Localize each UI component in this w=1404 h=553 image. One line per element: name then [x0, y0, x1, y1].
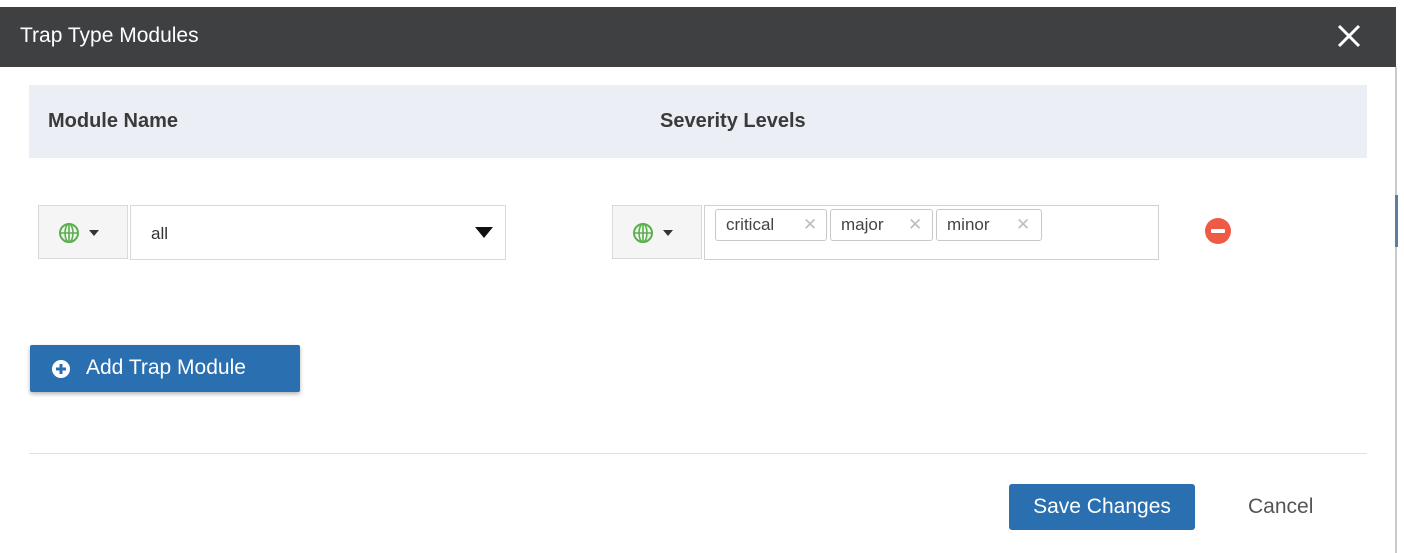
- save-changes-button[interactable]: Save Changes: [1009, 484, 1195, 530]
- globe-icon: [59, 223, 79, 243]
- remove-row-button[interactable]: [1205, 218, 1231, 244]
- top-strip: [0, 0, 1404, 7]
- tag-label: major: [841, 215, 884, 234]
- remove-tag-icon[interactable]: ✕: [803, 210, 817, 240]
- severity-levels-input[interactable]: critical ✕ major ✕ minor ✕: [704, 205, 1159, 260]
- add-trap-module-button[interactable]: Add Trap Module: [30, 345, 300, 392]
- tag-label: critical: [726, 215, 775, 234]
- caret-down-icon: [663, 230, 673, 236]
- modal-header: Trap Type Modules: [0, 7, 1396, 67]
- tag-label: minor: [947, 215, 990, 234]
- column-header-severity-levels: Severity Levels: [660, 110, 806, 132]
- column-header-module-name: Module Name: [48, 110, 179, 132]
- window-edge: [1395, 67, 1397, 553]
- remove-tag-icon[interactable]: ✕: [908, 210, 922, 240]
- severity-tag-critical: critical ✕: [715, 209, 827, 241]
- globe-icon: [633, 223, 653, 243]
- remove-tag-icon[interactable]: ✕: [1016, 210, 1030, 240]
- severity-scope-dropdown[interactable]: [612, 205, 702, 259]
- footer-divider: [29, 453, 1367, 454]
- severity-tag-major: major ✕: [830, 209, 933, 241]
- close-icon: [1337, 24, 1361, 48]
- module-name-value: all: [151, 224, 169, 243]
- cancel-button[interactable]: Cancel: [1248, 484, 1313, 530]
- dropdown-arrow-icon: [475, 227, 493, 238]
- minus-icon: [1211, 229, 1225, 233]
- window-edge-accent: [1395, 195, 1398, 247]
- plus-circle-icon: [52, 360, 70, 378]
- table-header: Module Name Severity Levels: [29, 85, 1367, 158]
- severity-tag-minor: minor ✕: [936, 209, 1042, 241]
- caret-down-icon: [89, 230, 99, 236]
- module-name-select[interactable]: all: [130, 205, 506, 260]
- close-button[interactable]: [1332, 19, 1366, 53]
- add-trap-module-label: Add Trap Module: [86, 356, 246, 379]
- dialog-title: Trap Type Modules: [20, 24, 199, 47]
- module-scope-dropdown[interactable]: [38, 205, 128, 259]
